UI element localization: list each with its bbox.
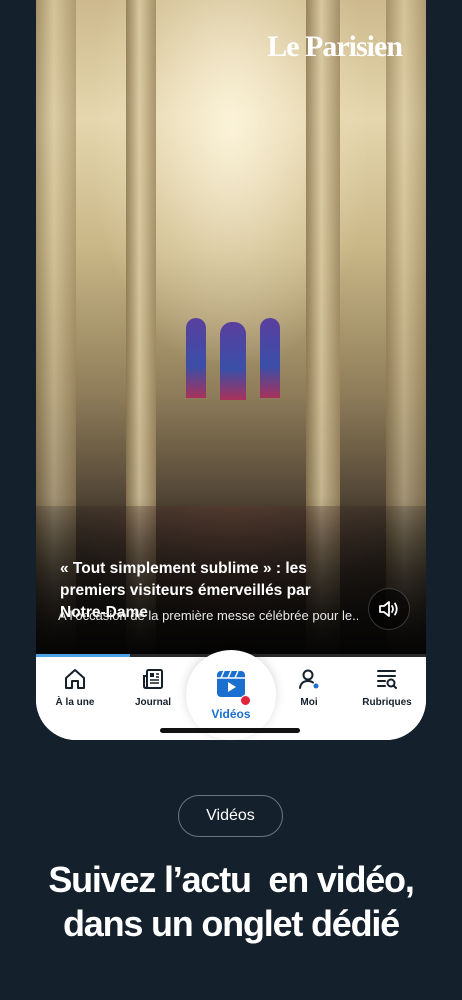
speaker-icon [379, 601, 398, 617]
tab-label: Journal [134, 697, 172, 708]
tab-label: Rubriques [362, 697, 412, 708]
video-player[interactable]: Le Parisien « Tout simplement sublime » … [36, 0, 426, 656]
stained-glass-window [220, 322, 246, 400]
home-icon [65, 669, 85, 689]
brand-logo: Le Parisien [267, 30, 403, 63]
stained-glass-window [186, 318, 206, 398]
tab-journal[interactable]: Journal [114, 665, 192, 708]
tab-label: Vidéos [211, 707, 251, 721]
video-subtitle[interactable]: A l’occasion de la première messe célébr… [58, 608, 358, 623]
tab-rubriques[interactable]: Rubriques [348, 665, 426, 708]
newspaper-icon [143, 669, 163, 689]
user-icon [299, 669, 319, 689]
headline-line-1: Suivez l’actu en vidéo, [48, 859, 415, 900]
headline-line-2: dans un onglet dédié [62, 903, 400, 944]
section-pill: Vidéos [178, 795, 283, 837]
tab-videos[interactable]: Vidéos [186, 650, 276, 740]
list-search-icon [377, 670, 397, 689]
record-dot-icon [240, 695, 251, 706]
phone-frame: Le Parisien « Tout simplement sublime » … [36, 0, 426, 740]
tab-a-la-une[interactable]: À la une [36, 665, 114, 708]
video-play-icon [217, 670, 245, 697]
promo-headline: Suivez l’actu en vidéo, dans un onglet d… [0, 858, 462, 946]
sound-button[interactable] [368, 588, 410, 630]
tab-label: Moi [300, 697, 318, 708]
tab-label: À la une [55, 697, 95, 708]
tab-moi[interactable]: Moi [270, 665, 348, 708]
home-indicator[interactable] [160, 728, 300, 733]
stained-glass-window [260, 318, 280, 398]
